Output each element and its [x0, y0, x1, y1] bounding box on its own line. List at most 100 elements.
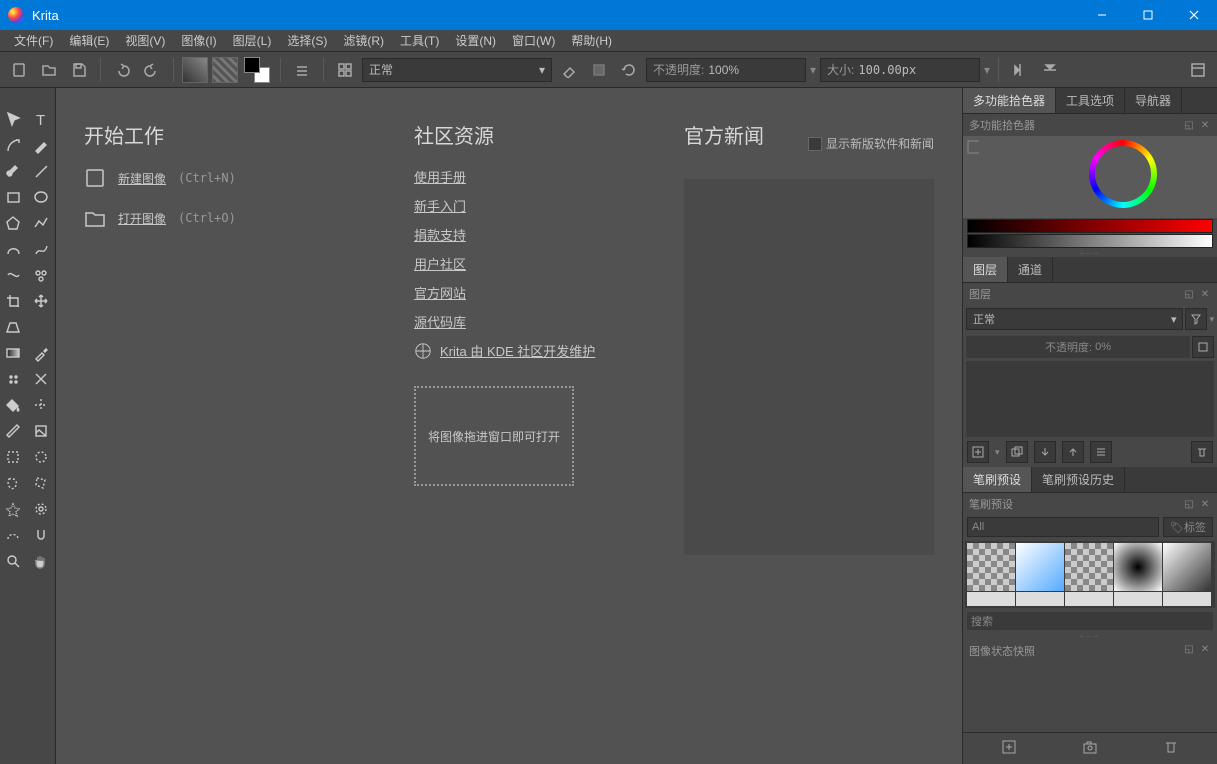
menu-select[interactable]: 选择(S)	[279, 30, 335, 51]
pattern-tool[interactable]	[0, 366, 28, 392]
mirror-horizontal-button[interactable]	[1007, 57, 1033, 83]
brush-tool[interactable]	[0, 158, 28, 184]
float-icon[interactable]: ◱	[1183, 498, 1195, 510]
brush-filter-select[interactable]	[967, 517, 1159, 537]
gradient-tool[interactable]	[0, 340, 28, 366]
delete-layer-button[interactable]	[1191, 441, 1213, 463]
color-swatches[interactable]	[242, 55, 272, 85]
menu-view[interactable]: 视图(V)	[117, 30, 173, 51]
close-docker-icon[interactable]: ✕	[1199, 643, 1211, 655]
drag-handle[interactable]: ┄┄┄	[963, 249, 1217, 257]
tab-tool-options[interactable]: 工具选项	[1056, 88, 1125, 113]
move-tool[interactable]	[0, 106, 28, 132]
new-layer-button[interactable]	[967, 441, 989, 463]
layer-filter-button[interactable]	[1185, 308, 1207, 330]
reload-brush-button[interactable]	[616, 57, 642, 83]
close-docker-icon[interactable]: ✕	[1199, 119, 1211, 131]
drag-handle[interactable]: ┄┄┄	[963, 632, 1217, 640]
ellipse-tool[interactable]	[28, 184, 56, 210]
color-picker-tool[interactable]	[28, 340, 56, 366]
float-icon[interactable]: ◱	[1183, 288, 1195, 300]
brush-preset[interactable]	[967, 543, 1015, 591]
brush-preset[interactable]	[1016, 592, 1064, 606]
menu-help[interactable]: 帮助(H)	[563, 30, 620, 51]
polygon-tool[interactable]	[0, 210, 28, 236]
brush-preset[interactable]	[1016, 543, 1064, 591]
brush-preset[interactable]	[967, 592, 1015, 606]
value-slider[interactable]	[967, 234, 1213, 248]
text-tool[interactable]: T	[28, 106, 56, 132]
size-field[interactable]: 大小:100.00px	[820, 58, 980, 82]
magnetic-select-tool[interactable]	[28, 522, 56, 548]
gradient-swatch[interactable]	[182, 57, 208, 83]
layer-down-button[interactable]	[1034, 441, 1056, 463]
rect-select-tool[interactable]	[0, 444, 28, 470]
similar-select-tool[interactable]	[28, 496, 56, 522]
brush-preset[interactable]	[1163, 543, 1211, 591]
link-manual[interactable]: 使用手册	[414, 167, 634, 186]
bezier-select-tool[interactable]	[0, 522, 28, 548]
brush-tag-button[interactable]: 🏷 标签	[1163, 517, 1213, 537]
link-source[interactable]: 源代码库	[414, 312, 634, 331]
pattern-swatch[interactable]	[212, 57, 238, 83]
zoom-tool[interactable]	[0, 548, 28, 574]
contiguous-select-tool[interactable]	[0, 496, 28, 522]
brush-presets-button[interactable]	[332, 57, 358, 83]
link-donate[interactable]: 捐款支持	[414, 225, 634, 244]
freehand-path-tool[interactable]	[28, 236, 56, 262]
float-icon[interactable]: ◱	[1183, 119, 1195, 131]
duplicate-layer-button[interactable]	[1006, 441, 1028, 463]
pan-tool[interactable]	[28, 548, 56, 574]
mirror-vertical-button[interactable]	[1037, 57, 1063, 83]
link-community[interactable]: 用户社区	[414, 254, 634, 273]
link-website[interactable]: 官方网站	[414, 283, 634, 302]
new-image-link[interactable]: 新建图像 (Ctrl+N)	[84, 167, 364, 189]
link-getting-started[interactable]: 新手入门	[414, 196, 634, 215]
menu-settings[interactable]: 设置(N)	[447, 30, 504, 51]
menu-file[interactable]: 文件(F)	[6, 30, 61, 51]
snapshot-delete-button[interactable]	[1163, 739, 1179, 758]
snapshot-camera-button[interactable]	[1082, 739, 1098, 758]
tab-brush-presets[interactable]: 笔刷预设	[963, 467, 1032, 492]
layer-blend-select[interactable]: 正常▾	[966, 308, 1183, 330]
rectangle-tool[interactable]	[0, 184, 28, 210]
tab-navigator[interactable]: 导航器	[1125, 88, 1182, 113]
layer-properties-button[interactable]	[1090, 441, 1112, 463]
polyline-tool[interactable]	[28, 210, 56, 236]
open-file-button[interactable]	[36, 57, 62, 83]
close-button[interactable]	[1171, 0, 1217, 30]
tab-color-selector[interactable]: 多功能拾色器	[963, 88, 1056, 113]
crop-tool[interactable]	[0, 288, 28, 314]
menu-filter[interactable]: 滤镜(R)	[335, 30, 392, 51]
tab-channels[interactable]: 通道	[1008, 257, 1053, 282]
float-icon[interactable]: ◱	[1183, 643, 1195, 655]
minimize-button[interactable]	[1079, 0, 1125, 30]
opacity-field[interactable]: 不透明度:100%	[646, 58, 806, 82]
menu-tools[interactable]: 工具(T)	[392, 30, 447, 51]
news-checkbox[interactable]: 显示新版软件和新闻	[808, 135, 934, 152]
transform-tool[interactable]	[0, 132, 28, 158]
eraser-mode-button[interactable]	[556, 57, 582, 83]
redo-button[interactable]	[139, 57, 165, 83]
edit-shapes-tool[interactable]	[28, 132, 56, 158]
open-image-link[interactable]: 打开图像 (Ctrl+O)	[84, 207, 364, 229]
close-docker-icon[interactable]: ✕	[1199, 498, 1211, 510]
alpha-lock-button[interactable]	[586, 57, 612, 83]
color-menu-icon[interactable]	[967, 140, 979, 154]
brush-preset[interactable]	[1114, 592, 1162, 606]
layer-up-button[interactable]	[1062, 441, 1084, 463]
freehand-select-tool[interactable]	[0, 470, 28, 496]
assistant-tool[interactable]	[28, 392, 56, 418]
layers-list[interactable]	[966, 361, 1214, 437]
layer-settings-button[interactable]	[1192, 336, 1214, 358]
move-layer-tool[interactable]	[28, 288, 56, 314]
brush-preset[interactable]	[1114, 543, 1162, 591]
brush-preset[interactable]	[1065, 543, 1113, 591]
new-file-button[interactable]	[6, 57, 32, 83]
undo-button[interactable]	[109, 57, 135, 83]
tab-brush-history[interactable]: 笔刷预设历史	[1032, 467, 1125, 492]
brush-preset[interactable]	[1163, 592, 1211, 606]
menu-image[interactable]: 图像(I)	[173, 30, 224, 51]
ellipse-select-tool[interactable]	[28, 444, 56, 470]
hue-slider[interactable]	[967, 219, 1213, 233]
